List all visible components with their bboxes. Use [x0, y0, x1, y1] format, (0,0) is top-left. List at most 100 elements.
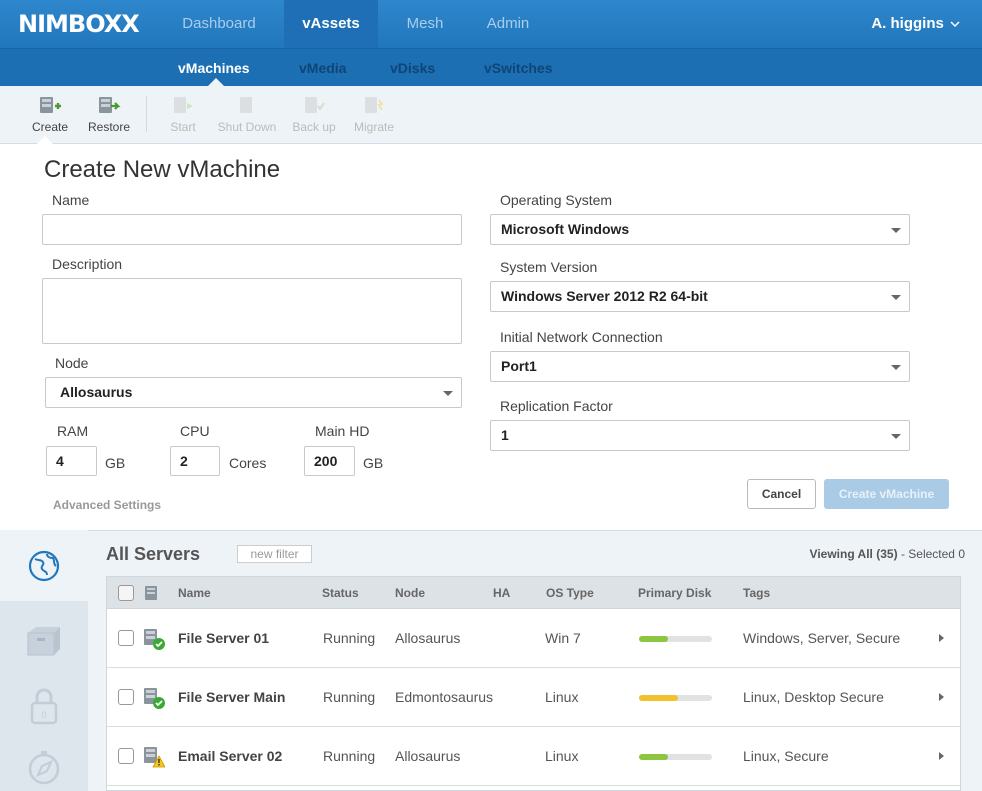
column-header-primary-disk[interactable]: Primary Disk	[638, 577, 711, 609]
form-title: Create New vMachine	[44, 156, 281, 183]
dropdown-arrow-icon	[891, 364, 901, 370]
column-header-os-type[interactable]: OS Type	[546, 577, 594, 609]
servers-table: Name Status Node HA OS Type Primary Disk…	[106, 576, 961, 791]
tab-admin[interactable]: Admin	[470, 0, 546, 48]
column-header-name[interactable]: Name	[178, 577, 211, 609]
server-start-icon	[174, 97, 193, 113]
shutdown-button[interactable]: Shut Down	[217, 94, 277, 134]
primary-disk-fill	[639, 754, 669, 760]
node-select[interactable]: Allosaurus	[45, 377, 462, 408]
selected-count: Selected 0	[908, 547, 965, 561]
side-item-explore[interactable]	[0, 742, 88, 791]
server-ok-icon	[144, 688, 165, 709]
svg-text:0: 0	[41, 710, 46, 720]
primary-disk-fill	[639, 695, 679, 701]
tab-vassets[interactable]: vAssets	[284, 0, 378, 48]
create-button[interactable]: Create	[20, 94, 80, 134]
user-menu[interactable]: A. higgins	[871, 0, 960, 48]
server-tags: Linux, Secure	[743, 748, 829, 764]
column-header-tags[interactable]: Tags	[743, 577, 770, 609]
start-label: Start	[170, 120, 196, 134]
new-filter-button[interactable]: new filter	[237, 545, 312, 563]
start-button[interactable]: Start	[153, 94, 213, 134]
backup-button[interactable]: Back up	[284, 94, 344, 134]
server-tags: Linux, Desktop Secure	[743, 689, 884, 705]
row-checkbox[interactable]	[118, 689, 134, 705]
server-os-type: Linux	[545, 689, 579, 705]
row-checkbox[interactable]	[118, 630, 134, 646]
main-hd-label: Main HD	[315, 423, 370, 439]
network-select[interactable]: Port1	[490, 351, 910, 382]
restore-button[interactable]: Restore	[79, 94, 139, 134]
server-name[interactable]: Email Server 02	[178, 727, 282, 786]
main-hd-input[interactable]: 200	[304, 446, 355, 476]
os-select[interactable]: Microsoft Windows	[490, 214, 910, 245]
row-expand-icon[interactable]	[939, 693, 944, 701]
create-vmachine-button[interactable]: Create vMachine	[824, 479, 949, 509]
replication-label: Replication Factor	[500, 398, 613, 414]
row-expand-icon[interactable]	[939, 634, 944, 642]
globe-icon	[28, 550, 60, 581]
ram-input[interactable]: 4	[46, 446, 97, 476]
ram-label: RAM	[57, 423, 89, 439]
cpu-label: CPU	[180, 423, 210, 439]
server-status: Running	[323, 630, 376, 646]
server-node: Allosaurus	[395, 630, 461, 646]
subtab-vmedia[interactable]: vMedia	[299, 49, 346, 87]
tab-mesh[interactable]: Mesh	[387, 0, 463, 48]
server-status: Running	[323, 689, 376, 705]
server-name[interactable]: File Server 01	[178, 609, 269, 668]
migrate-label: Migrate	[353, 120, 394, 134]
viewing-label[interactable]: Viewing All	[810, 547, 873, 561]
server-name[interactable]: File Server Main	[178, 668, 285, 727]
dropdown-arrow-icon	[443, 390, 453, 396]
server-status: Running	[323, 748, 376, 764]
side-item-storage[interactable]	[0, 610, 88, 672]
table-row[interactable]: File Server Main Running Edmontosaurus L…	[107, 668, 960, 727]
name-input[interactable]	[42, 214, 462, 245]
row-expand-icon[interactable]	[939, 752, 944, 760]
server-tags: Windows, Server, Secure	[743, 630, 901, 646]
server-column-icon	[145, 586, 157, 600]
create-active-caret	[37, 136, 53, 144]
shutdown-label: Shut Down	[217, 120, 277, 134]
cpu-input[interactable]: 2	[170, 446, 220, 476]
cancel-button[interactable]: Cancel	[747, 479, 816, 509]
primary-disk-bar	[639, 695, 712, 701]
box-icon	[27, 627, 60, 656]
column-header-ha[interactable]: HA	[493, 577, 510, 609]
column-header-status[interactable]: Status	[322, 577, 359, 609]
nimboxx-logo[interactable]: NIMBOXX	[18, 10, 140, 38]
row-checkbox[interactable]	[118, 748, 134, 764]
compass-icon	[28, 750, 60, 784]
name-label: Name	[52, 192, 90, 208]
tab-dashboard[interactable]: Dashboard	[163, 0, 275, 48]
side-item-servers[interactable]	[0, 530, 88, 601]
sub-nav: vMachines vMedia vDisks vSwitches	[0, 48, 982, 87]
subtab-vswitches[interactable]: vSwitches	[484, 49, 552, 87]
subtab-vdisks[interactable]: vDisks	[390, 49, 435, 87]
dropdown-arrow-icon	[891, 294, 901, 300]
side-item-security[interactable]: 0	[0, 678, 88, 734]
replication-select[interactable]: 1	[490, 420, 910, 451]
network-label: Initial Network Connection	[500, 329, 663, 345]
top-nav: NIMBOXX Dashboard vAssets Mesh Admin A. …	[0, 0, 982, 48]
column-header-node[interactable]: Node	[395, 577, 425, 609]
version-select[interactable]: Windows Server 2012 R2 64-bit	[490, 281, 910, 312]
server-node: Edmontosaurus	[395, 689, 494, 705]
description-label: Description	[52, 256, 123, 272]
table-row[interactable]: File Server 01 Running Allosaurus Win 7 …	[107, 609, 960, 668]
table-row[interactable]: Email Server 02 Running Allosaurus Linux…	[107, 727, 960, 786]
table-header: Name Status Node HA OS Type Primary Disk…	[107, 577, 960, 609]
toolbar-separator	[146, 96, 147, 132]
viewing-summary: Viewing All (35) - Selected 0	[810, 547, 965, 561]
side-rail: 0	[0, 530, 88, 791]
select-all-checkbox[interactable]	[118, 585, 134, 601]
description-input[interactable]	[42, 278, 462, 344]
advanced-settings-link[interactable]: Advanced Settings	[53, 498, 161, 512]
server-os-type: Win 7	[545, 630, 581, 646]
migrate-button[interactable]: Migrate	[344, 94, 404, 134]
server-os-type: Linux	[545, 748, 579, 764]
node-label: Node	[55, 355, 89, 371]
cpu-unit: Cores	[229, 455, 267, 471]
